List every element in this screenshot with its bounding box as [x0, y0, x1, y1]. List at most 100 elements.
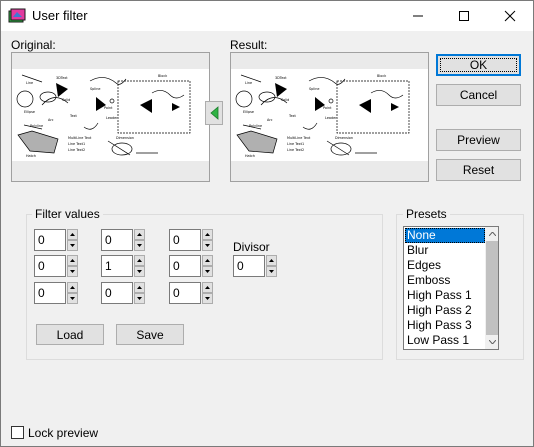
ok-button[interactable]: OK	[436, 54, 521, 76]
svg-text:3DText: 3DText	[275, 76, 287, 80]
arrow-up-icon	[269, 259, 274, 262]
title-bar: User filter	[1, 1, 533, 31]
preset-item-emboss[interactable]: Emboss	[405, 273, 485, 288]
spin-up-button[interactable]	[134, 282, 145, 293]
preset-item-high-pass-3[interactable]: High Pass 3	[405, 318, 485, 333]
result-preview: Line 3DText Spline Block Ellipse Point S…	[230, 52, 429, 182]
spin-down-button[interactable]	[202, 240, 213, 251]
svg-text:Solid: Solid	[62, 98, 70, 102]
spin-down-button[interactable]	[266, 266, 277, 277]
divisor-label: Divisor	[233, 240, 270, 254]
apply-filter-button[interactable]	[205, 101, 223, 125]
spin-down-button[interactable]	[67, 240, 78, 251]
matrix-input[interactable]: 0	[101, 282, 133, 304]
spin-up-button[interactable]	[202, 229, 213, 240]
matrix-input[interactable]: 0	[34, 255, 66, 277]
save-button-label: Save	[136, 327, 164, 342]
svg-text:Arc: Arc	[48, 118, 54, 122]
preset-item-high-pass-1[interactable]: High Pass 1	[405, 288, 485, 303]
arrow-down-icon	[70, 270, 75, 273]
spin-down-button[interactable]	[202, 266, 213, 277]
app-icon	[8, 8, 26, 24]
matrix-cell-r2c2: 1	[101, 255, 145, 277]
matrix-cell-r2c1: 0	[34, 255, 78, 277]
svg-text:Line Text1: Line Text1	[68, 142, 85, 146]
preset-item-edges[interactable]: Edges	[405, 258, 485, 273]
original-label: Original:	[11, 38, 56, 52]
presets-listbox[interactable]: None Blur Edges Emboss High Pass 1 High …	[403, 226, 499, 350]
svg-text:Text: Text	[288, 114, 297, 118]
matrix-input[interactable]: 0	[101, 229, 133, 251]
divisor-input[interactable]: 0	[233, 255, 265, 277]
matrix-cell-r1c1: 0	[34, 229, 78, 251]
matrix-input[interactable]: 0	[169, 255, 201, 277]
svg-text:Line Text1: Line Text1	[287, 142, 304, 146]
matrix-input[interactable]: 0	[169, 282, 201, 304]
svg-text:3DText: 3DText	[56, 76, 68, 80]
preset-item-low-pass-1[interactable]: Low Pass 1	[405, 333, 485, 348]
arrow-up-icon	[205, 286, 210, 289]
matrix-input[interactable]: 0	[34, 282, 66, 304]
result-drawing: Line 3DText Spline Block Ellipse Point S…	[231, 53, 428, 181]
matrix-input[interactable]: 0	[34, 229, 66, 251]
focus-rect	[440, 58, 517, 72]
cancel-button[interactable]: Cancel	[436, 84, 521, 106]
spin-up-button[interactable]	[67, 282, 78, 293]
load-button[interactable]: Load	[36, 324, 104, 345]
minimize-button[interactable]	[395, 1, 441, 31]
preset-item-high-pass-2[interactable]: High Pass 2	[405, 303, 485, 318]
spin-down-button[interactable]	[134, 293, 145, 304]
presets-items: None Blur Edges Emboss High Pass 1 High …	[405, 228, 485, 348]
presets-scrollbar[interactable]	[485, 227, 498, 349]
arrow-down-icon	[205, 244, 210, 247]
arrow-down-icon	[70, 297, 75, 300]
svg-text:Point: Point	[323, 106, 332, 110]
svg-text:Dimension: Dimension	[335, 136, 353, 140]
preview-button[interactable]: Preview	[436, 129, 521, 151]
arrow-up-icon	[205, 259, 210, 262]
matrix-cell-r1c2: 0	[101, 229, 145, 251]
matrix-cell-r3c1: 0	[34, 282, 78, 304]
preset-item-none[interactable]: None	[405, 228, 485, 243]
scroll-thumb[interactable]	[486, 241, 498, 335]
svg-text:MultiLine Text: MultiLine Text	[287, 136, 311, 140]
spin-down-button[interactable]	[67, 266, 78, 277]
save-button[interactable]: Save	[116, 324, 184, 345]
spin-down-button[interactable]	[134, 240, 145, 251]
arrow-up-icon	[70, 259, 75, 262]
scroll-up-button[interactable]	[485, 227, 498, 241]
spin-down-button[interactable]	[202, 293, 213, 304]
divisor-spinner: 0	[233, 255, 277, 277]
spin-up-button[interactable]	[266, 255, 277, 266]
arrow-down-icon	[70, 244, 75, 247]
spin-up-button[interactable]	[202, 255, 213, 266]
matrix-input[interactable]: 1	[101, 255, 133, 277]
user-filter-dialog: User filter Original: Result: Line 3DTex…	[0, 0, 534, 447]
maximize-button[interactable]	[441, 1, 487, 31]
lock-preview-label: Lock preview	[28, 426, 99, 440]
spin-up-button[interactable]	[134, 229, 145, 240]
svg-text:Leader: Leader	[325, 116, 337, 120]
close-button[interactable]	[487, 1, 533, 31]
preset-item-blur[interactable]: Blur	[405, 243, 485, 258]
arrow-up-icon	[205, 233, 210, 236]
matrix-input[interactable]: 0	[169, 229, 201, 251]
svg-text:Text: Text	[69, 114, 78, 118]
arrow-down-icon	[137, 244, 142, 247]
reset-button-label: Reset	[462, 163, 495, 177]
svg-text:Line Text2: Line Text2	[287, 148, 304, 152]
svg-text:Block: Block	[377, 74, 386, 78]
spin-down-button[interactable]	[134, 266, 145, 277]
spin-up-button[interactable]	[134, 255, 145, 266]
spin-up-button[interactable]	[67, 229, 78, 240]
lock-preview-checkbox[interactable]	[11, 426, 24, 439]
filter-values-title: Filter values	[32, 207, 103, 221]
spin-down-button[interactable]	[67, 293, 78, 304]
svg-text:Arc: Arc	[267, 118, 273, 122]
reset-button[interactable]: Reset	[436, 159, 521, 181]
svg-text:Block: Block	[158, 74, 167, 78]
spin-up-button[interactable]	[67, 255, 78, 266]
close-icon	[504, 10, 516, 22]
scroll-down-button[interactable]	[485, 335, 498, 349]
spin-up-button[interactable]	[202, 282, 213, 293]
